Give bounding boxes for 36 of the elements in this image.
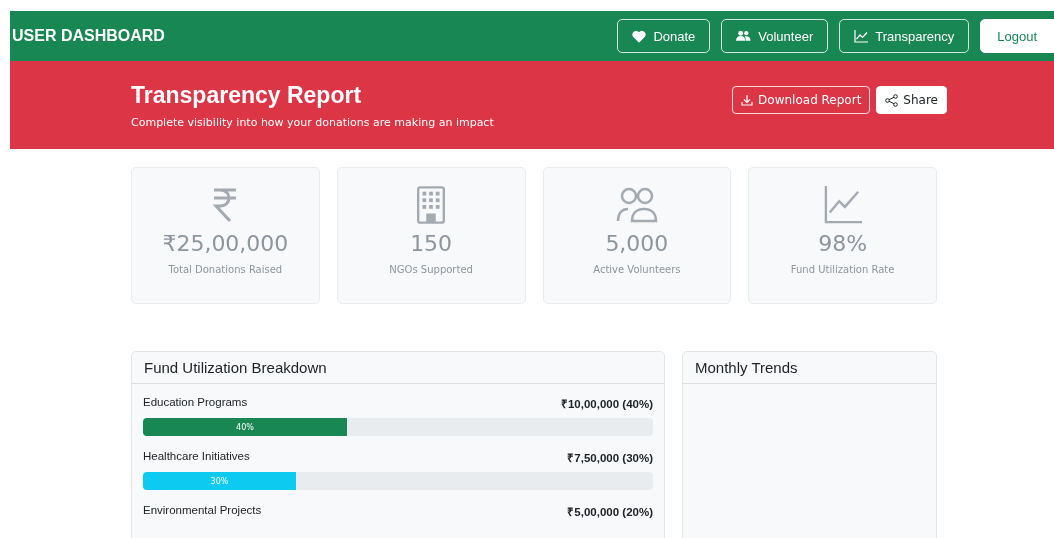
stat-label: NGOs Supported (389, 264, 473, 275)
category-amount: ₹10,00,000 (40%) (560, 397, 653, 411)
nav-button[interactable]: Volunteer (721, 19, 829, 53)
logout-button[interactable]: Logout (980, 19, 1054, 53)
share-icon (885, 93, 899, 107)
line-chart-icon (854, 29, 869, 43)
page-title: Transparency Report (131, 81, 363, 109)
brand-title: USER DASHBOARD (12, 27, 165, 45)
line-chart-icon (822, 186, 863, 224)
progress-fill: 40% (143, 418, 347, 436)
category-name: Environmental Projects (143, 504, 262, 518)
page-subtitle: Complete visibility into how your donations are making an impact (131, 115, 494, 129)
stat-value: 5,000 (605, 231, 669, 256)
stat-value: 98% (818, 231, 868, 256)
card-title: Monthly Trends (683, 352, 936, 384)
share-button[interactable]: Share (876, 86, 947, 114)
stat-value: 150 (410, 231, 453, 256)
building-icon (416, 186, 447, 224)
category-name: Education Programs (143, 396, 248, 410)
card-title: Fund Utilization Breakdown (132, 352, 664, 384)
stat-label: Active Volunteers (593, 264, 681, 275)
category-name: Healthcare Initiatives (143, 450, 250, 464)
rupee-icon (212, 186, 239, 224)
nav-button[interactable]: Transparency (839, 19, 970, 53)
heart-icon (632, 29, 647, 43)
stat-label: Total Donations Raised (168, 264, 283, 275)
nav-button[interactable]: Donate (617, 19, 711, 53)
category-amount: ₹7,50,000 (30%) (567, 451, 653, 465)
stat-value: ₹25,00,000 (162, 231, 289, 256)
people-icon (615, 186, 658, 224)
download-button[interactable]: Download Report (732, 86, 871, 114)
progress-fill: 30% (143, 472, 296, 490)
people-icon (736, 30, 752, 42)
category-amount: ₹5,00,000 (20%) (567, 505, 653, 519)
download-icon (741, 94, 754, 106)
stat-label: Fund Utilization Rate (790, 264, 895, 275)
